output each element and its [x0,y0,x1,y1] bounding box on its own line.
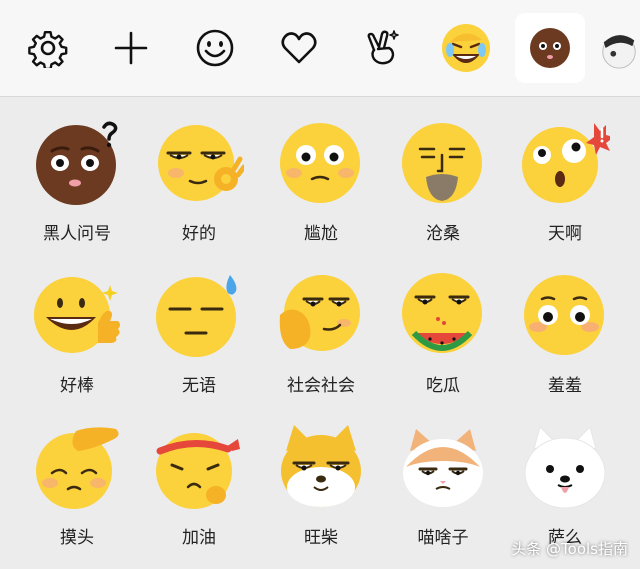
sticker-item[interactable]: 尴尬 [260,97,382,247]
sticker-label: 沧桑 [426,224,460,244]
smug-hand-face-icon [279,275,360,351]
head-pat-face-icon [36,427,119,509]
watermelon-face-icon [402,273,482,353]
sticker-grid: 黑人问号 好的 尴尬 沧桑 天啊 好棒 无语 社会社会 吃瓜 羞羞 摸头 加油 … [0,97,640,569]
tab-gesture[interactable] [347,13,417,83]
samoyed-dog-icon [524,426,606,509]
heart-icon [281,32,317,64]
tab-favorites[interactable] [264,13,334,83]
awkward-face-icon [280,123,360,203]
shiba-dog-icon [281,425,361,507]
add-sticker-button[interactable] [96,13,166,83]
dark-question-face-icon [36,121,118,205]
sticker-item[interactable]: 好棒 [16,249,138,399]
sticker-item[interactable]: 羞羞 [504,249,626,399]
sticker-item[interactable]: 旺柴 [260,401,382,551]
sticker-toolbar [0,0,640,97]
gear-icon [28,30,68,68]
sticker-item[interactable]: 黑人问号 [16,97,138,247]
sticker-label: 吃瓜 [426,376,460,396]
sticker-label: 喵啥子 [417,528,469,548]
sticker-label: 社会社会 [287,376,355,396]
shocked-face-icon [522,123,610,203]
sticker-item[interactable]: 好的 [138,97,260,247]
sticker-label: 羞羞 [548,376,582,396]
headband-face-icon [156,433,240,509]
sticker-item[interactable]: 天啊 [504,97,626,247]
ok-hand-face-icon [158,125,244,201]
dark-emoji-tab [530,28,570,68]
settings-button[interactable] [13,13,83,83]
laughing-emoji-tab [442,24,490,72]
watermark: 头条 @Tools指南 [511,540,628,558]
sticker-item[interactable]: 摸头 [16,401,138,551]
sticker-label: 无语 [182,376,216,396]
sticker-item[interactable]: 萨么 [504,401,626,551]
bearded-face-icon [402,123,482,203]
sticker-item[interactable]: 无语 [138,249,260,399]
cat-face-icon [403,429,483,507]
sticker-label: 尴尬 [304,224,338,244]
smile-icon [196,29,234,67]
sticker-item[interactable]: 加油 [138,401,260,551]
thumbs-up-face-icon [34,277,120,353]
tab-emoji[interactable] [180,13,250,83]
plus-icon [114,31,148,65]
tab-laughing-emoji[interactable] [431,13,501,83]
sticker-label: 好的 [182,224,216,244]
sticker-label: 好棒 [60,376,94,396]
speechless-face-icon [156,275,237,357]
sticker-item[interactable]: 喵啥子 [382,401,504,551]
sticker-label: 旺柴 [304,528,338,548]
sticker-label: 黑人问号 [43,224,111,244]
tab-hat-emoji[interactable] [598,13,640,83]
hat-emoji-tab [602,35,636,69]
sticker-item[interactable]: 吃瓜 [382,249,504,399]
sticker-label: 加油 [182,528,216,548]
sticker-item[interactable]: 社会社会 [260,249,382,399]
sticker-label: 摸头 [60,528,94,548]
sticker-item[interactable]: 沧桑 [382,97,504,247]
tab-dark-emoji[interactable] [515,13,585,83]
sticker-label: 天啊 [548,224,582,244]
peace-hand-icon [367,30,399,65]
shy-face-icon [524,275,604,355]
